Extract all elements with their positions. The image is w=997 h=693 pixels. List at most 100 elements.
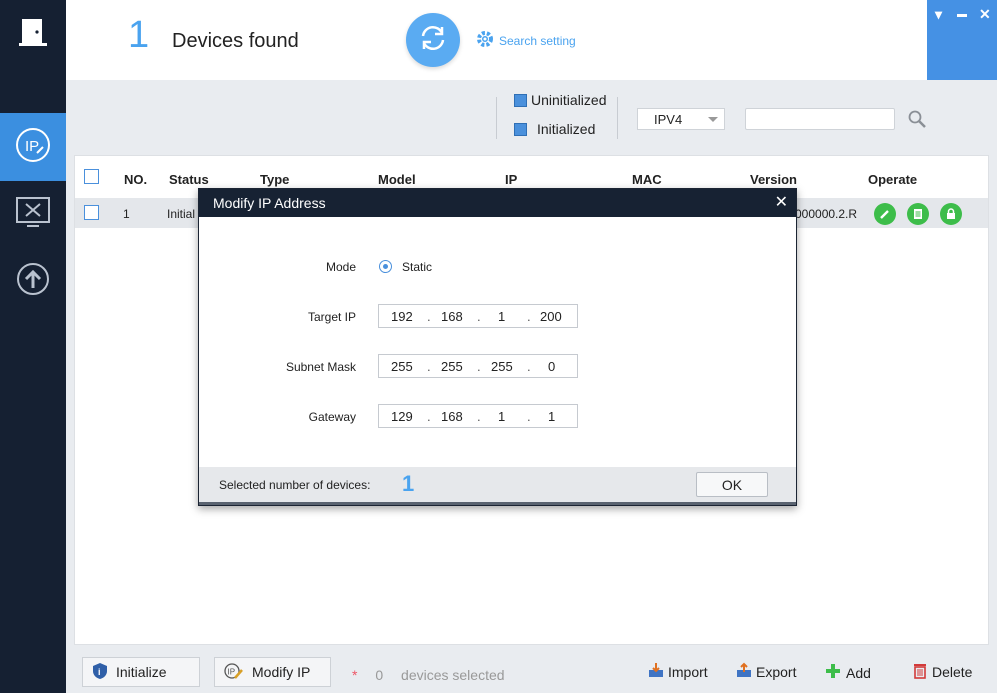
device-count: 1 <box>128 14 150 56</box>
minimize-button[interactable]: ▬ <box>957 9 967 20</box>
ip-octet[interactable]: 255 <box>441 359 463 374</box>
target-ip-label: Target IP <box>307 310 356 324</box>
column-header-model[interactable]: Model <box>378 172 416 187</box>
delete-button[interactable]: Delete <box>912 662 972 682</box>
plus-icon <box>824 662 842 683</box>
modify-ip-dialog: Modify IP Address ✕ Mode Static Target I… <box>198 188 797 506</box>
details-button[interactable] <box>907 203 929 225</box>
ip-version-value: IPV4 <box>654 112 683 127</box>
selection-info: * 0 devices selected <box>352 667 505 683</box>
divider <box>617 97 618 139</box>
add-button[interactable]: Add <box>824 662 871 683</box>
ip-octet[interactable]: 1 <box>498 309 505 324</box>
trash-icon <box>912 662 928 682</box>
search-setting-link[interactable]: Search setting <box>476 30 576 51</box>
window-controls: ▾ ▬ ✕ <box>927 0 997 80</box>
chevron-down-icon <box>708 117 718 122</box>
nav-system-settings[interactable] <box>0 180 66 248</box>
ip-octet[interactable]: 192 <box>391 309 413 324</box>
menu-dropdown-icon[interactable]: ▾ <box>935 6 942 23</box>
gear-icon <box>476 30 494 51</box>
export-label: Export <box>756 663 797 680</box>
column-header-status[interactable]: Status <box>169 172 209 187</box>
refresh-button[interactable] <box>406 13 460 67</box>
export-icon <box>736 662 752 681</box>
mode-label: Mode <box>325 260 356 274</box>
ip-version-select[interactable]: IPV4 <box>637 108 725 130</box>
ip-octet[interactable]: 168 <box>441 409 463 424</box>
search-input[interactable] <box>745 108 895 130</box>
close-button[interactable]: ✕ <box>979 6 991 23</box>
ip-octet[interactable]: 200 <box>540 309 562 324</box>
selected-devices-label: Selected number of devices: <box>219 478 371 492</box>
ip-octet[interactable]: 0 <box>548 359 555 374</box>
filter-initialized[interactable]: Initialized <box>514 121 595 137</box>
svg-text:IP: IP <box>228 667 236 676</box>
modify-ip-button[interactable]: IP Modify IP <box>214 657 331 687</box>
subnet-mask-label: Subnet Mask <box>285 360 356 374</box>
target-ip-field[interactable]: 192 . 168 . 1 . 200 <box>378 304 578 328</box>
gateway-field[interactable]: 129 . 168 . 1 . 1 <box>378 404 578 428</box>
nav-ip-tool[interactable]: IP <box>0 113 66 181</box>
divider <box>496 97 497 139</box>
ok-button[interactable]: OK <box>696 472 768 497</box>
column-header-mac[interactable]: MAC <box>632 172 662 187</box>
static-radio[interactable] <box>379 260 392 273</box>
import-label: Import <box>668 663 708 680</box>
door-icon <box>19 17 47 52</box>
header: 1 Devices found Search setting ▾ ▬ ✕ <box>66 0 997 80</box>
lock-icon <box>947 208 955 219</box>
ip-octet[interactable]: 255 <box>491 359 513 374</box>
document-icon <box>914 209 922 219</box>
ip-icon: IP <box>14 126 52 169</box>
dialog-footer: Selected number of devices: 1 OK <box>199 467 796 505</box>
left-nav: IP <box>0 0 66 693</box>
row-status: Initial <box>167 207 196 221</box>
static-label: Static <box>402 260 433 274</box>
column-header-version[interactable]: Version <box>750 172 797 187</box>
shield-icon: i <box>92 662 108 683</box>
nav-upgrade[interactable] <box>0 247 66 315</box>
initialize-button[interactable]: i Initialize <box>82 657 200 687</box>
tools-icon <box>15 195 51 234</box>
edit-button[interactable] <box>874 203 896 225</box>
select-all-checkbox[interactable] <box>84 169 99 184</box>
checkbox-initialized[interactable] <box>514 122 527 136</box>
ip-octet[interactable]: 168 <box>441 309 463 324</box>
app-window: IP 1 Devices found Search setting ▾ ▬ ✕ … <box>0 0 997 693</box>
column-header-no[interactable]: NO. <box>124 172 147 187</box>
svg-text:i: i <box>98 667 101 677</box>
row-version: 000000.2.R <box>795 207 858 221</box>
close-icon[interactable]: ✕ <box>775 192 788 212</box>
pencil-icon <box>880 210 889 219</box>
nav-home[interactable] <box>0 0 66 68</box>
search-icon[interactable] <box>907 109 927 134</box>
selected-devices-count: 1 <box>402 471 415 496</box>
gateway-label: Gateway <box>308 410 356 424</box>
required-star: * <box>352 667 358 683</box>
devices-found-label: Devices found <box>172 30 299 52</box>
initialize-label: Initialize <box>116 664 167 680</box>
ip-octet[interactable]: 1 <box>548 409 555 424</box>
row-checkbox[interactable] <box>84 205 99 220</box>
dialog-header: Modify IP Address ✕ <box>199 189 796 217</box>
import-button[interactable]: Import <box>648 662 708 681</box>
filter-uninitialized[interactable]: Uninitialized <box>514 92 606 108</box>
search-setting-label: Search setting <box>499 33 576 48</box>
column-header-ip[interactable]: IP <box>505 172 517 187</box>
delete-label: Delete <box>932 664 973 680</box>
ip-octet[interactable]: 129 <box>391 409 413 424</box>
column-header-type[interactable]: Type <box>260 172 289 187</box>
ip-edit-icon: IP <box>224 662 244 683</box>
export-button[interactable]: Export <box>736 662 796 681</box>
ip-octet[interactable]: 1 <box>498 409 505 424</box>
password-button[interactable] <box>940 203 962 225</box>
dialog-title: Modify IP Address <box>213 195 326 211</box>
selected-text: devices selected <box>401 667 505 683</box>
import-icon <box>648 662 664 681</box>
ip-octet[interactable]: 255 <box>391 359 413 374</box>
checkbox-uninitialized[interactable] <box>514 93 527 107</box>
subnet-mask-field[interactable]: 255 . 255 . 255 . 0 <box>378 354 578 378</box>
initialized-label: Initialized <box>537 121 596 137</box>
selected-count: 0 <box>375 667 384 683</box>
